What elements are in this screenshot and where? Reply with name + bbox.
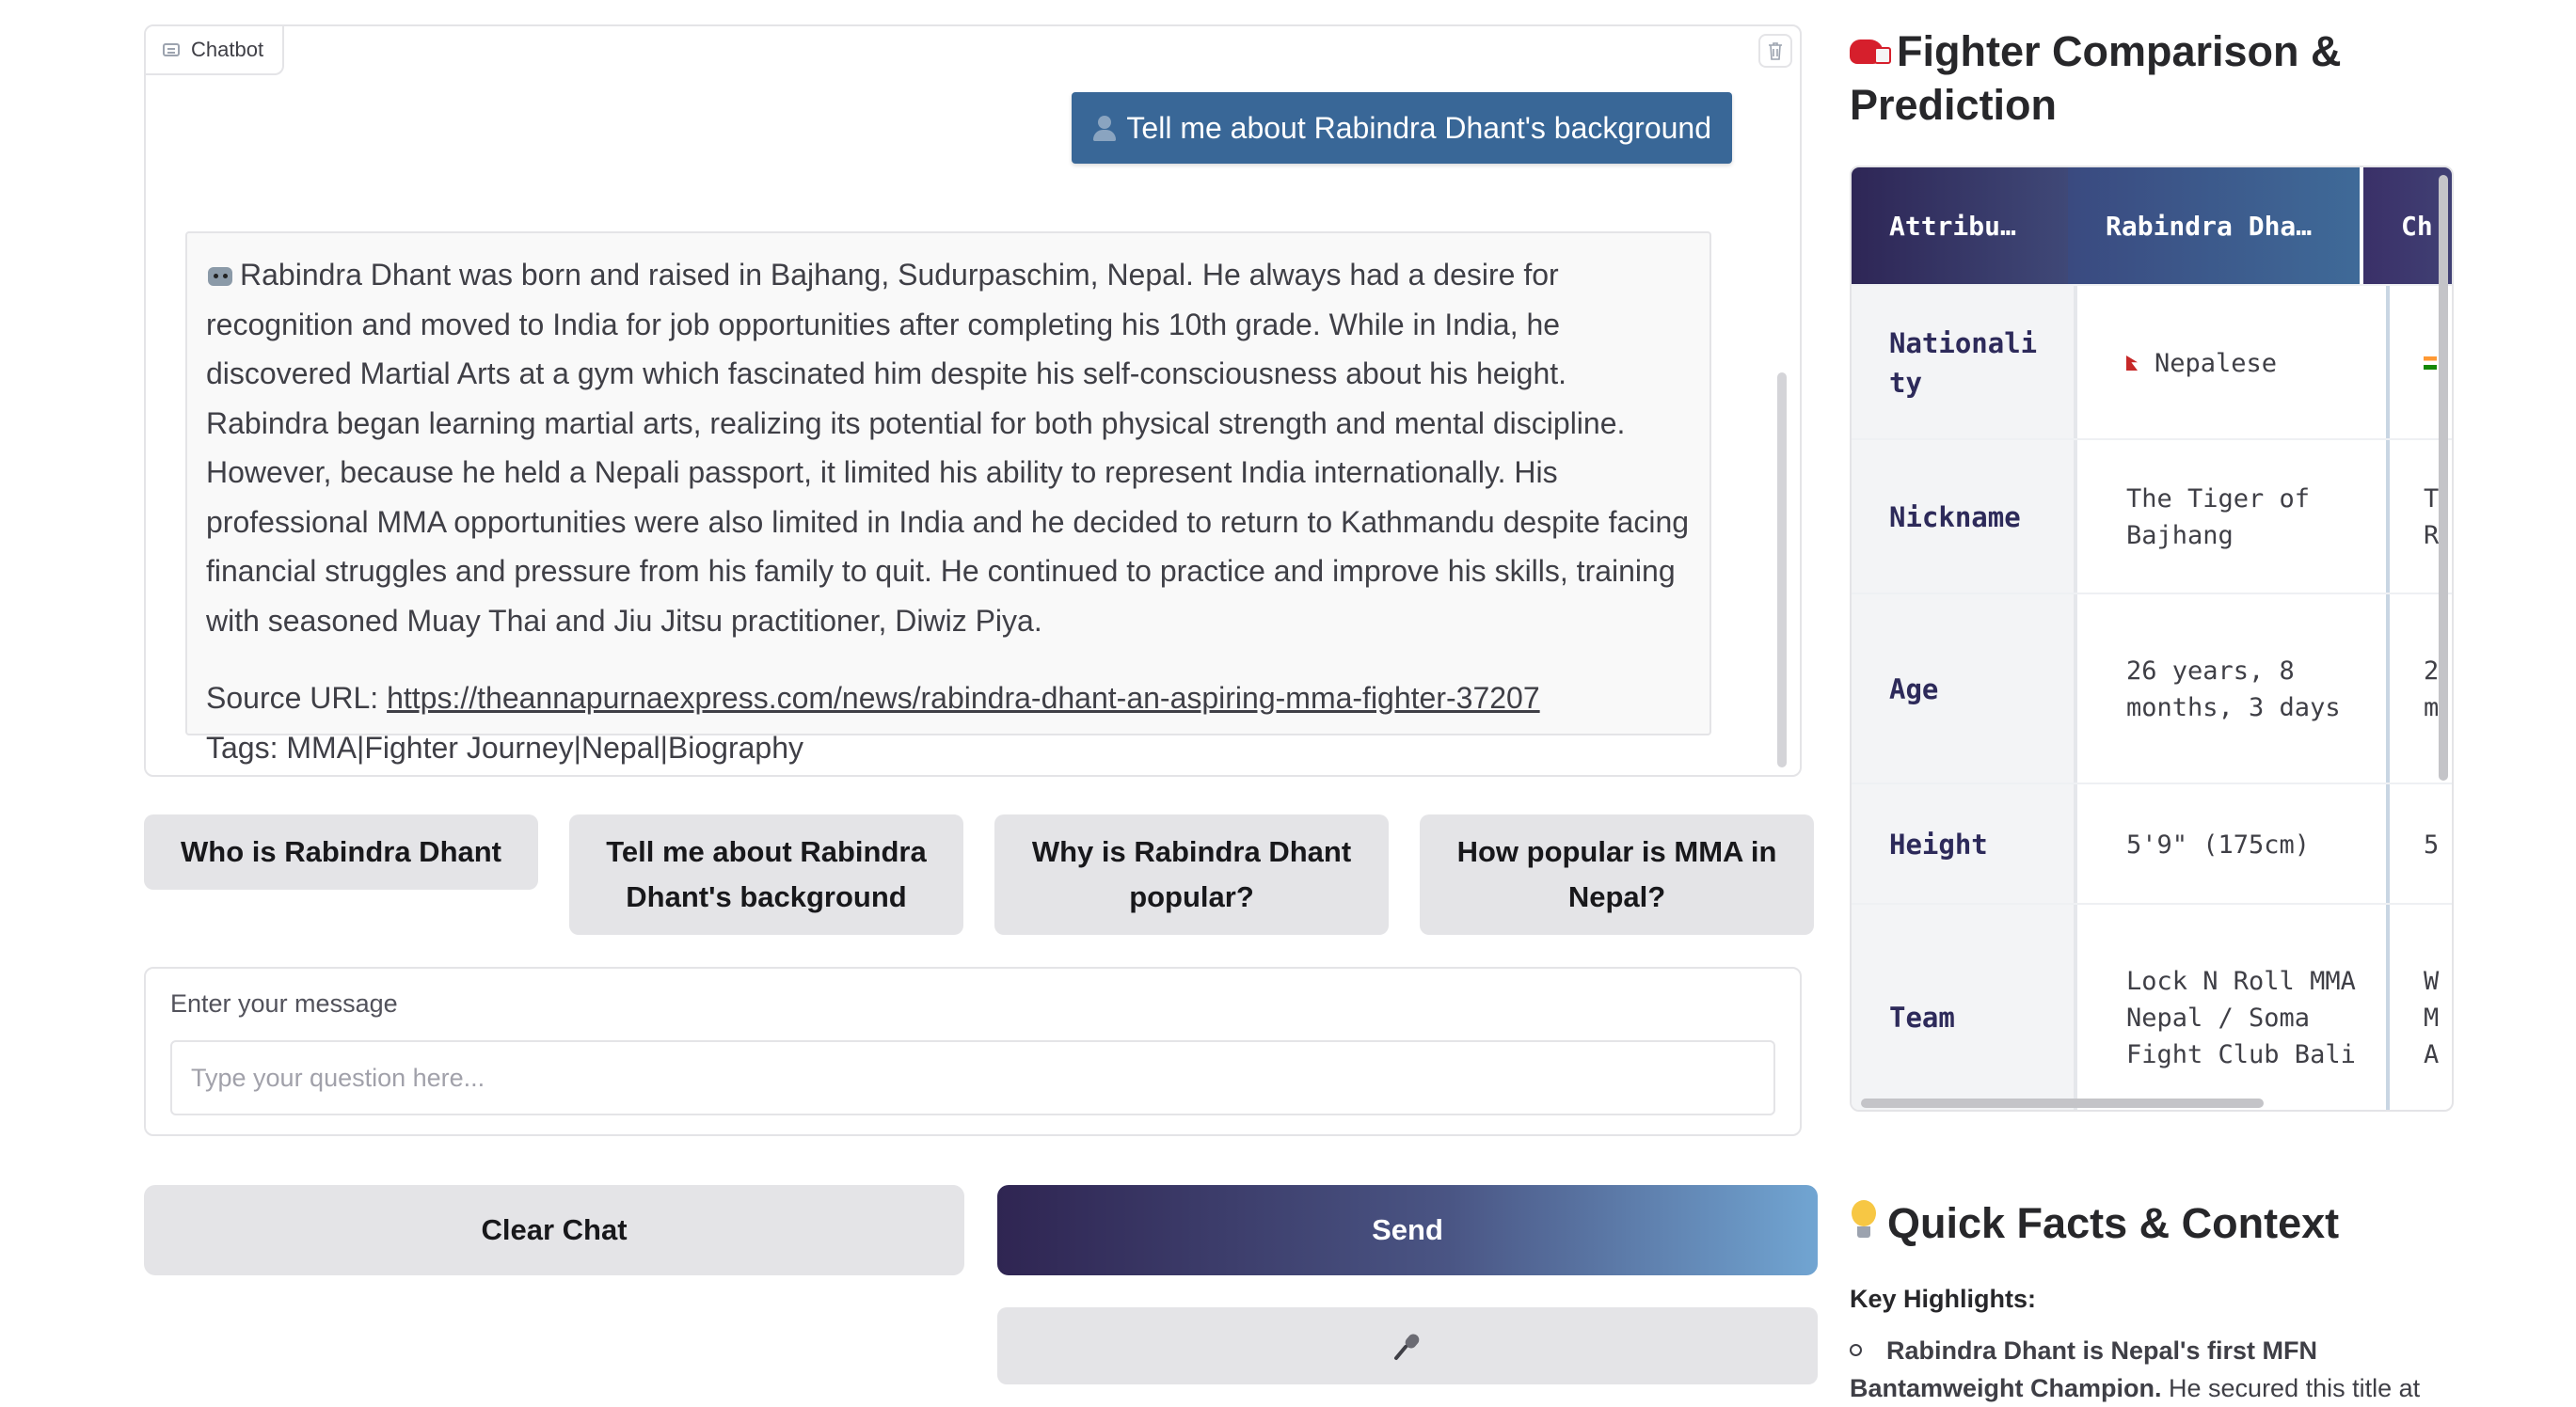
chat-scrollbar[interactable] [1777,372,1787,767]
microphone-button[interactable] [997,1307,1818,1384]
robot-icon [206,261,234,288]
row-value: The Tiger of Bajhang [2126,484,2311,550]
trash-icon [1769,42,1782,60]
user-avatar-icon [1092,114,1117,142]
table-vertical-scrollbar[interactable] [2439,175,2448,781]
nepal-flag-icon [2126,356,2138,371]
row-value: Nepalese [2081,286,2380,440]
table-row: Nationali ty Nepalese [1852,284,2452,440]
row-value-other: W M A [2386,905,2452,1110]
table-row: Nickname The Tiger of Bajhang T R [1852,438,2452,594]
message-input-container: Enter your message Type your question he… [144,967,1802,1136]
header-attribute[interactable]: Attribu… [1852,167,2068,284]
chatbot-panel: Chatbot Tell me about Rabindra Dhant's b… [144,24,1802,777]
suggestion-button-4[interactable]: How popular is MMA in Nepal? [1420,814,1814,935]
row-attribute: Nationali ty [1852,286,2077,440]
fact-item: Rabindra Dhant is Nepal's first MFN Bant… [1850,1332,2433,1407]
message-input-label: Enter your message [170,989,398,1018]
chat-bubble-icon [163,43,180,56]
row-value: Lock N Roll MMA Nepal / Soma Fight Club … [2126,966,2356,1069]
row-value-other: 5 [2386,784,2452,905]
table-horizontal-scrollbar[interactable] [1861,1099,2264,1108]
row-attribute: Team [1852,905,2077,1110]
source-link[interactable]: https://theannapurnaexpress.com/news/rab… [387,681,1540,715]
user-message: Tell me about Rabindra Dhant's backgroun… [1072,92,1732,164]
light-bulb-icon [1850,1200,1878,1241]
bullet-icon [1850,1344,1862,1356]
row-value: 5'9" (175cm) [2126,830,2311,860]
chatbot-label: Chatbot [146,26,285,75]
user-message-text: Tell me about Rabindra Dhant's backgroun… [1126,110,1711,145]
clear-chat-button[interactable]: Clear Chat [144,1185,964,1275]
row-attribute: Height [1852,784,2077,905]
send-button[interactable]: Send [997,1185,1818,1275]
suggestion-button-3[interactable]: Why is Rabindra Dhant popular? [994,814,1389,935]
row-attribute: Nickname [1852,440,2077,594]
tags-text: Tags: MMA|Fighter Journey|Nepal|Biograph… [206,730,803,765]
comparison-table: Attribu… Rabindra Dha… Ch Nationali ty N… [1850,166,2454,1112]
bot-message-text: Rabindra Dhant was born and raised in Ba… [206,258,1690,638]
suggestion-button-1[interactable]: Who is Rabindra Dhant [144,814,538,890]
source-label: Source URL: [206,681,388,715]
india-flag-icon [2424,356,2437,370]
chatbot-label-text: Chatbot [191,38,264,61]
header-fighter-1[interactable]: Rabindra Dha… [2068,167,2360,284]
quick-facts-title: Quick Facts & Context [1850,1196,2339,1250]
microphone-icon [1394,1334,1420,1360]
table-row: Height 5'9" (175cm) 5 [1852,783,2452,905]
clear-history-button[interactable] [1758,34,1792,68]
suggestion-button-2[interactable]: Tell me about Rabindra Dhant's backgroun… [569,814,963,935]
fact-text: He secured this title at [2161,1374,2421,1402]
table-row: Team Lock N Roll MMA Nepal / Soma Fight … [1852,903,2452,1110]
row-attribute: Age [1852,594,2077,784]
message-input[interactable]: Type your question here... [170,1040,1775,1115]
comparison-title: Fighter Comparison & Prediction [1850,27,2342,129]
bot-message: Rabindra Dhant was born and raised in Ba… [185,231,1711,765]
key-highlights-heading: Key Highlights: [1850,1285,2037,1313]
table-row: Age 26 years, 8 months, 3 days 2 m [1852,593,2452,784]
boxing-glove-icon [1850,38,1891,68]
row-value: 26 years, 8 months, 3 days [2126,656,2341,722]
comparison-table-header: Attribu… Rabindra Dha… Ch [1852,167,2452,284]
